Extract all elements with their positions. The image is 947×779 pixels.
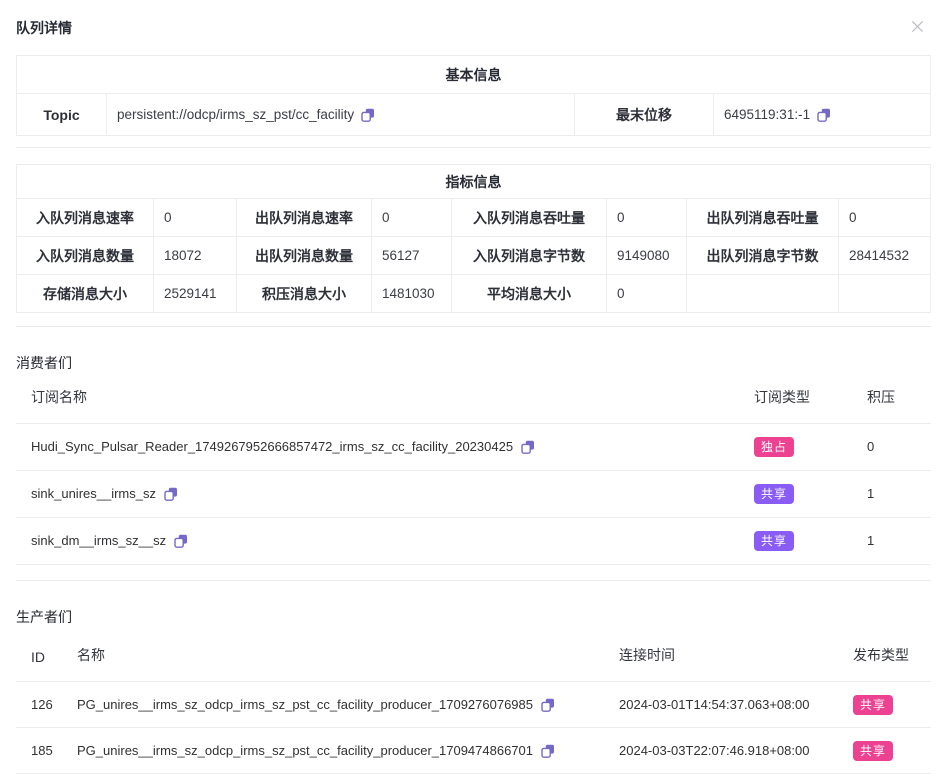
subscription-name: sink_dm__irms_sz__sz xyxy=(31,533,166,548)
col-subscription-name: 订阅名称 xyxy=(16,373,739,423)
backlog-cell: 0 xyxy=(852,423,931,470)
offset-value: 6495119:31:-1 xyxy=(724,107,810,122)
copy-icon[interactable] xyxy=(521,440,535,454)
copy-icon[interactable] xyxy=(164,487,178,501)
metric-label: 入队列消息吞吐量 xyxy=(452,199,607,237)
col-publish-type: 发布类型 xyxy=(838,627,931,682)
consumers-table: 订阅名称 订阅类型 积压 Hudi_Sync_Pulsar_Reader_174… xyxy=(16,373,931,565)
subscription-type-cell: 共享 xyxy=(739,470,852,517)
metric-label: 平均消息大小 xyxy=(452,275,607,313)
metric-label: 入队列消息数量 xyxy=(17,237,154,275)
producer-row: 185 PG_unires__irms_sz_odcp_irms_sz_pst_… xyxy=(16,728,931,774)
copy-icon[interactable] xyxy=(361,108,375,122)
consumer-row: sink_unires__irms_sz 共享 1 xyxy=(16,470,931,517)
metric-label: 出队列消息吞吐量 xyxy=(687,199,839,237)
producer-name-cell: PG_unires__irms_sz_odcp_irms_sz_pst_cc_f… xyxy=(62,728,604,774)
metric-value: 1481030 xyxy=(372,275,452,313)
modal-title: 队列详情 xyxy=(16,20,72,36)
producer-name: PG_unires__irms_sz_odcp_irms_sz_pst_cc_f… xyxy=(77,743,533,758)
connect-time-cell: 2024-03-03T22:07:46.918+08:00 xyxy=(604,728,838,774)
backlog-cell: 1 xyxy=(852,470,931,517)
empty-cell xyxy=(687,275,839,313)
basic-info-row: Topic persistent://odcp/irms_sz_pst/cc_f… xyxy=(17,94,931,136)
basic-info-table: 基本信息 Topic persistent://odcp/irms_sz_pst… xyxy=(16,55,931,136)
subscription-type-badge: 共享 xyxy=(754,531,794,551)
consumers-header-row: 订阅名称 订阅类型 积压 xyxy=(16,373,931,423)
subscription-name: sink_unires__irms_sz xyxy=(31,486,156,501)
col-subscription-type: 订阅类型 xyxy=(739,373,852,423)
copy-icon[interactable] xyxy=(174,534,188,548)
subscription-type-cell: 共享 xyxy=(739,517,852,564)
col-producer-name: 名称 xyxy=(62,627,604,682)
subscription-name-cell: sink_dm__irms_sz__sz xyxy=(16,517,739,564)
metrics-row: 入队列消息数量 18072 出队列消息数量 56127 入队列消息字节数 914… xyxy=(17,237,931,275)
metric-value: 0 xyxy=(839,199,931,237)
metric-value: 0 xyxy=(607,275,687,313)
metric-label: 积压消息大小 xyxy=(237,275,372,313)
subscription-type-badge: 独占 xyxy=(754,437,794,457)
metric-label: 出队列消息数量 xyxy=(237,237,372,275)
metric-value: 28414532 xyxy=(839,237,931,275)
close-icon[interactable] xyxy=(910,19,925,34)
metric-label: 出队列消息速率 xyxy=(237,199,372,237)
section-divider xyxy=(16,580,931,581)
producers-header-row: ID 名称 连接时间 发布类型 xyxy=(16,627,931,682)
metric-value: 0 xyxy=(372,199,452,237)
metrics-header: 指标信息 xyxy=(17,165,931,199)
producer-name-cell: PG_unires__irms_sz_odcp_irms_sz_pst_cc_f… xyxy=(62,682,604,728)
offset-value-cell: 6495119:31:-1 xyxy=(714,94,931,136)
metric-value: 56127 xyxy=(372,237,452,275)
topic-label: Topic xyxy=(17,94,107,136)
subscription-name-cell: sink_unires__irms_sz xyxy=(16,470,739,517)
modal-header: 队列详情 xyxy=(16,0,931,36)
metrics-table: 指标信息 入队列消息速率 0 出队列消息速率 0 入队列消息吞吐量 0 出队列消… xyxy=(16,164,931,313)
producer-row: 126 PG_unires__irms_sz_odcp_irms_sz_pst_… xyxy=(16,682,931,728)
metric-value: 9149080 xyxy=(607,237,687,275)
col-backlog: 积压 xyxy=(852,373,931,423)
metric-value: 2529141 xyxy=(154,275,237,313)
backlog-cell: 1 xyxy=(852,517,931,564)
producers-table: ID 名称 连接时间 发布类型 126 PG_unires__irms_sz_o… xyxy=(16,627,931,775)
section-divider xyxy=(16,147,931,148)
basic-info-header: 基本信息 xyxy=(17,56,931,94)
metrics-row: 存储消息大小 2529141 积压消息大小 1481030 平均消息大小 0 xyxy=(17,275,931,313)
publish-type-cell: 共享 xyxy=(838,682,931,728)
metrics-row: 入队列消息速率 0 出队列消息速率 0 入队列消息吞吐量 0 出队列消息吞吐量 … xyxy=(17,199,931,237)
producer-name: PG_unires__irms_sz_odcp_irms_sz_pst_cc_f… xyxy=(77,697,533,712)
consumers-section-title: 消费者们 xyxy=(16,353,931,373)
copy-icon[interactable] xyxy=(541,698,555,712)
publish-type-badge: 共享 xyxy=(853,741,893,761)
copy-icon[interactable] xyxy=(817,108,831,122)
publish-type-cell: 共享 xyxy=(838,728,931,774)
topic-value-cell: persistent://odcp/irms_sz_pst/cc_facilit… xyxy=(107,94,575,136)
producer-id-cell: 185 xyxy=(16,728,62,774)
topic-value: persistent://odcp/irms_sz_pst/cc_facilit… xyxy=(117,107,354,122)
metric-value: 0 xyxy=(607,199,687,237)
section-divider xyxy=(16,326,931,327)
offset-label: 最末位移 xyxy=(575,94,714,136)
consumer-row: Hudi_Sync_Pulsar_Reader_1749267952666857… xyxy=(16,423,931,470)
col-id: ID xyxy=(16,627,62,682)
publish-type-badge: 共享 xyxy=(853,695,893,715)
col-connect-time: 连接时间 xyxy=(604,627,838,682)
subscription-type-badge: 共享 xyxy=(754,484,794,504)
metric-value: 0 xyxy=(154,199,237,237)
subscription-type-cell: 独占 xyxy=(739,423,852,470)
subscription-name-cell: Hudi_Sync_Pulsar_Reader_1749267952666857… xyxy=(16,423,739,470)
copy-icon[interactable] xyxy=(541,744,555,758)
subscription-name: Hudi_Sync_Pulsar_Reader_1749267952666857… xyxy=(31,439,513,454)
producers-section-title: 生产者们 xyxy=(16,607,931,627)
consumer-row: sink_dm__irms_sz__sz 共享 1 xyxy=(16,517,931,564)
producer-id-cell: 126 xyxy=(16,682,62,728)
metric-label: 存储消息大小 xyxy=(17,275,154,313)
metric-value: 18072 xyxy=(154,237,237,275)
empty-cell xyxy=(839,275,931,313)
connect-time-cell: 2024-03-01T14:54:37.063+08:00 xyxy=(604,682,838,728)
metric-label: 入队列消息速率 xyxy=(17,199,154,237)
queue-detail-modal: 队列详情 基本信息 Topic persistent://odcp/irms_s… xyxy=(0,0,947,774)
metric-label: 入队列消息字节数 xyxy=(452,237,607,275)
metric-label: 出队列消息字节数 xyxy=(687,237,839,275)
